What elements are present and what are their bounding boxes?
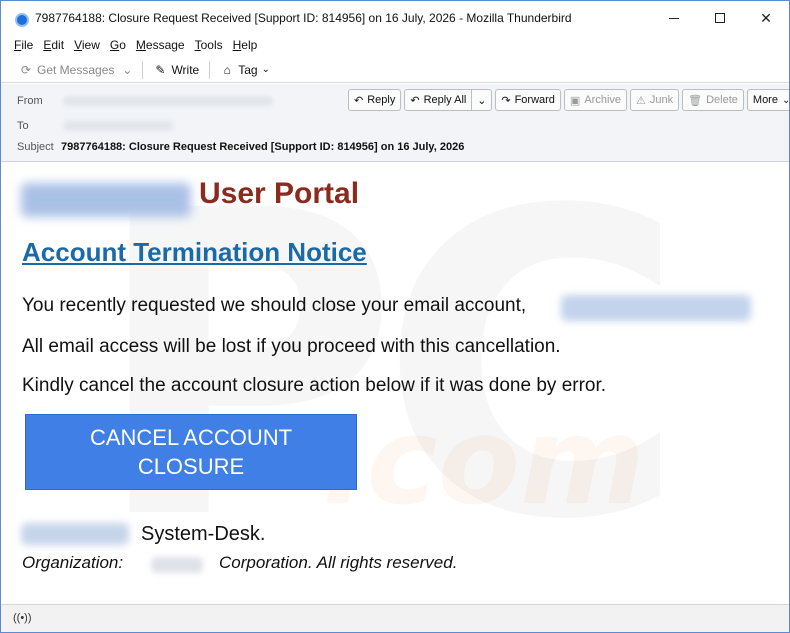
body-line-instruction: Kindly cancel the account closure action… xyxy=(22,375,607,396)
from-address-redacted xyxy=(63,96,273,106)
write-label: Write xyxy=(171,62,200,77)
connection-status-icon[interactable]: ((•)) xyxy=(13,612,32,624)
organization-rights-text: Corporation. All rights reserved. xyxy=(219,553,458,572)
portal-title: User Portal xyxy=(199,177,360,210)
get-messages-button[interactable]: ⟳ Get Messages xyxy=(15,59,118,81)
toolbar-separator xyxy=(142,60,144,79)
maximize-icon xyxy=(715,13,725,23)
logo-redacted xyxy=(21,183,191,217)
signature-text: System-Desk. xyxy=(141,523,266,545)
menu-bar: File Edit View Go Message Tools Help xyxy=(1,35,789,55)
write-button[interactable]: ✎ Write xyxy=(149,59,203,81)
menu-edit[interactable]: Edit xyxy=(38,38,69,52)
get-messages-label: Get Messages xyxy=(37,62,115,77)
sync-icon: ⟳ xyxy=(20,62,32,77)
title-bar: 7987764188: Closure Request Received [Su… xyxy=(1,1,789,35)
termination-notice-link[interactable]: Account Termination Notice xyxy=(22,237,367,268)
forward-label: Forward xyxy=(514,94,555,106)
menu-message[interactable]: Message xyxy=(131,38,190,52)
window-title: 7987764188: Closure Request Received [Su… xyxy=(35,11,572,25)
forward-icon: ↷ xyxy=(501,94,511,107)
tag-label: Tag xyxy=(238,62,258,77)
to-label: To xyxy=(17,120,29,132)
tag-button[interactable]: ⌂ Tag ⌄ xyxy=(216,59,274,81)
reply-all-icon: ↶ xyxy=(410,94,420,107)
to-address-redacted xyxy=(63,121,173,131)
watermark-graphic: .com xyxy=(321,393,646,532)
reply-all-button[interactable]: ↶ Reply All xyxy=(404,89,473,111)
body-line-warning: All email access will be lost if you pro… xyxy=(22,336,561,357)
organization-name-redacted xyxy=(151,557,203,573)
menu-help[interactable]: Help xyxy=(228,38,263,52)
reply-all-label: Reply All xyxy=(423,94,467,106)
reply-button[interactable]: ↶ Reply xyxy=(348,89,402,111)
forward-button[interactable]: ↷ Forward xyxy=(495,89,561,111)
delete-button[interactable]: 🗑 Delete xyxy=(682,89,744,111)
archive-label: Archive xyxy=(584,94,622,106)
organization-label: Organization: xyxy=(22,553,124,572)
toolbar-separator xyxy=(209,60,211,79)
more-button[interactable]: More ⌄ xyxy=(746,89,790,111)
main-toolbar: ⟳ Get Messages ⌄ ✎ Write ⌂ Tag ⌄ xyxy=(1,57,789,83)
archive-button[interactable]: ▣ Archive xyxy=(563,89,628,111)
reply-label: Reply xyxy=(367,94,396,106)
chevron-down-icon: ⌄ xyxy=(781,94,790,106)
body-line-request: You recently requested we should close y… xyxy=(22,295,527,316)
status-bar: ((•)) xyxy=(1,604,789,632)
menu-tools[interactable]: Tools xyxy=(190,38,228,52)
signature-name-redacted xyxy=(21,523,129,545)
get-messages-dropdown[interactable]: ⌄ xyxy=(118,59,136,81)
thunderbird-icon xyxy=(15,13,29,27)
delete-label: Delete xyxy=(706,94,738,106)
chevron-down-icon: ⌄ xyxy=(477,94,487,107)
more-label: More xyxy=(752,94,778,106)
pencil-icon: ✎ xyxy=(155,62,166,77)
menu-file[interactable]: File xyxy=(9,38,38,52)
menu-view[interactable]: View xyxy=(69,38,105,52)
cancel-account-closure-button[interactable]: CANCEL ACCOUNT CLOSURE xyxy=(25,414,357,490)
tag-icon: ⌂ xyxy=(223,62,231,77)
message-body: PC .com User Portal Account Termination … xyxy=(1,163,789,603)
archive-icon: ▣ xyxy=(569,94,581,107)
subject-label: Subject xyxy=(17,141,54,153)
junk-icon: ⚠ xyxy=(636,94,646,107)
thunderbird-window: 7987764188: Closure Request Received [Su… xyxy=(0,0,790,633)
maximize-button[interactable] xyxy=(697,5,743,31)
chevron-down-icon: ⌄ xyxy=(122,62,133,77)
trash-icon: 🗑 xyxy=(688,94,703,107)
from-label: From xyxy=(17,95,43,107)
junk-label: Junk xyxy=(649,94,674,106)
menu-go[interactable]: Go xyxy=(105,38,131,52)
junk-button[interactable]: ⚠ Junk xyxy=(630,89,680,111)
close-icon: ✕ xyxy=(760,9,772,26)
subject-value: 7987764188: Closure Request Received [Su… xyxy=(61,141,465,153)
minimize-icon xyxy=(669,17,679,19)
reply-icon: ↶ xyxy=(354,94,364,107)
message-header: From To Subject 7987764188: Closure Requ… xyxy=(1,84,789,162)
chevron-down-icon: ⌄ xyxy=(261,64,270,75)
reply-all-dropdown[interactable]: ⌄ xyxy=(472,89,493,111)
email-address-redacted xyxy=(561,295,751,321)
minimize-button[interactable] xyxy=(651,5,697,31)
header-action-buttons: ↶ Reply ↶ Reply All ⌄ ↷ Forward ▣ Archiv… xyxy=(348,89,790,111)
close-button[interactable]: ✕ xyxy=(743,5,789,31)
